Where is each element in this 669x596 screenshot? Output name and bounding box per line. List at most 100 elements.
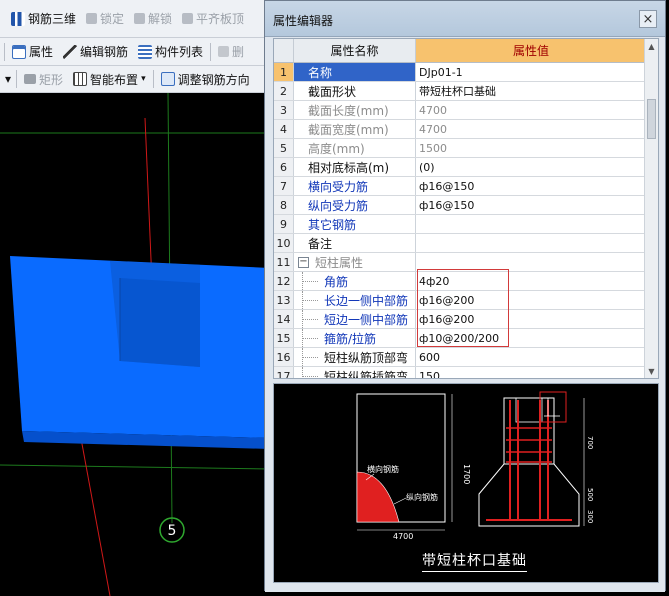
property-name: 高度(mm)	[294, 139, 416, 157]
property-value[interactable]: (0)	[416, 158, 646, 176]
rebar-hatch	[357, 472, 399, 522]
rebar-3d-button[interactable]: 钢筋三维	[6, 8, 81, 30]
property-editor-titlebar[interactable]: 属性编辑器 ×	[265, 1, 665, 37]
tree-connector	[294, 310, 324, 328]
tree-connector	[294, 367, 324, 378]
label-transverse-rebar: 横向钢筋	[367, 464, 399, 474]
properties-icon	[12, 44, 26, 59]
property-value[interactable]	[416, 215, 646, 233]
unlock-button[interactable]: 解锁	[129, 8, 177, 30]
property-row[interactable]: 4 截面宽度(mm) 4700	[274, 120, 646, 139]
property-name: 横向受力筋	[294, 177, 416, 195]
row-number: 8	[274, 196, 294, 214]
property-name: 角筋	[294, 272, 416, 290]
flat-top-button[interactable]: 平齐板顶	[177, 8, 249, 30]
delete-icon	[218, 46, 230, 57]
property-name: 长边一侧中部筋	[294, 291, 416, 309]
property-grid-header: 属性名称 属性值	[274, 39, 646, 63]
property-value[interactable]: 4700	[416, 120, 646, 138]
property-row[interactable]: 1 名称 DJp01-1	[274, 63, 646, 82]
property-name: 箍筋/拉筋	[294, 329, 416, 347]
property-name: 备注	[294, 234, 416, 252]
axis-line	[144, 117, 153, 284]
rect-label: 矩形	[39, 72, 64, 87]
component-list-button[interactable]: 构件列表	[133, 41, 208, 63]
toolbar-overflow-chevron-icon[interactable]: ▾	[2, 68, 14, 90]
property-value[interactable]: 带短柱杯口基础	[416, 82, 646, 100]
property-value[interactable]: 4ф20	[416, 272, 646, 290]
row-number: 1	[274, 63, 294, 81]
properties-button[interactable]: 属性	[7, 41, 58, 63]
property-row[interactable]: 14 短边一侧中部筋 ф16@200	[274, 310, 646, 329]
row-number: 10	[274, 234, 294, 252]
lock-icon	[86, 13, 98, 24]
toolbar-mid: 属性 编辑钢筋 构件列表 删	[0, 38, 270, 66]
property-name: 截面形状	[294, 82, 416, 100]
property-value[interactable]: ф10@200/200	[416, 329, 646, 347]
property-row[interactable]: 8 纵向受力筋 ф16@150	[274, 196, 646, 215]
property-value[interactable]: ф16@150	[416, 177, 646, 195]
vertical-scrollbar[interactable]: ▲ ▼	[644, 39, 658, 378]
scroll-up-arrow-icon[interactable]: ▲	[645, 39, 658, 53]
lock-button[interactable]: 锁定	[81, 8, 129, 30]
property-name-label: 短边一侧中部筋	[324, 312, 409, 327]
cup-outline	[515, 397, 543, 423]
group-label: 短柱属性	[315, 255, 364, 270]
property-value[interactable]: ф16@200	[416, 291, 646, 309]
property-value[interactable]: 600	[416, 348, 646, 366]
property-row[interactable]: 15 箍筋/拉筋 ф10@200/200	[274, 329, 646, 348]
row-number: 17	[274, 367, 294, 378]
row-number: 2	[274, 82, 294, 100]
lock-label: 锁定	[100, 12, 125, 26]
header-property-name: 属性名称	[294, 39, 416, 62]
edit-rebar-button[interactable]: 编辑钢筋	[58, 41, 133, 63]
dim-300-label: 300	[586, 510, 594, 523]
unlock-label: 解锁	[148, 12, 173, 26]
dim-width-label: 4700	[393, 532, 413, 541]
rect-button[interactable]: 矩形	[19, 68, 68, 90]
property-name: 短边一侧中部筋	[294, 310, 416, 328]
component-list-label: 构件列表	[155, 45, 204, 59]
property-row[interactable]: 9 其它钢筋	[274, 215, 646, 234]
property-value[interactable]: 4700	[416, 101, 646, 119]
tree-connector	[294, 291, 324, 309]
property-value[interactable]: DJp01-1	[416, 63, 646, 81]
property-value[interactable]	[416, 234, 646, 252]
property-row[interactable]: 2 截面形状 带短柱杯口基础	[274, 82, 646, 101]
property-value[interactable]: ф16@200	[416, 310, 646, 328]
tree-connector	[294, 348, 324, 366]
property-row[interactable]: 13 长边一侧中部筋 ф16@200	[274, 291, 646, 310]
header-property-value: 属性值	[416, 39, 646, 62]
property-name: 相对底标高(m)	[294, 158, 416, 176]
close-button[interactable]: ×	[639, 10, 657, 28]
smart-layout-button[interactable]: 智能布置 ▾	[68, 68, 151, 90]
property-rows: 1 名称 DJp01-1 2 截面形状 带短柱杯口基础 3 截面长度(mm) 4…	[274, 63, 646, 379]
rebar-3d-icon	[11, 11, 25, 26]
property-row[interactable]: 17 短柱纵筋插筋弯 150	[274, 367, 646, 379]
collapse-toggle-icon[interactable]: −	[298, 256, 309, 268]
property-row[interactable]: 3 截面长度(mm) 4700	[274, 101, 646, 120]
3d-viewport[interactable]: 5	[0, 93, 270, 596]
property-value[interactable]: 150	[416, 367, 646, 379]
scrollbar-thumb[interactable]	[647, 99, 656, 139]
property-row[interactable]: 7 横向受力筋 ф16@150	[274, 177, 646, 196]
property-value[interactable]: ф16@150	[416, 196, 646, 214]
property-editor-window: 属性编辑器 × 属性名称 属性值 1 名称 DJp01-1 2 截面形状 带短柱…	[264, 0, 666, 592]
property-row[interactable]: 16 短柱纵筋顶部弯 600	[274, 348, 646, 367]
property-group-row[interactable]: 11 − 短柱属性	[274, 253, 646, 272]
property-row[interactable]: 5 高度(mm) 1500	[274, 139, 646, 158]
row-number: 14	[274, 310, 294, 328]
scroll-down-arrow-icon[interactable]: ▼	[645, 364, 658, 378]
property-row[interactable]: 10 备注	[274, 234, 646, 253]
property-name-label: 长边一侧中部筋	[324, 293, 409, 308]
row-number: 12	[274, 272, 294, 290]
adjust-rebar-direction-button[interactable]: 调整钢筋方向	[156, 68, 255, 90]
property-name: 截面长度(mm)	[294, 101, 416, 119]
property-row[interactable]: 12 角筋 4ф20	[274, 272, 646, 291]
property-value[interactable]: 1500	[416, 139, 646, 157]
3d-scene: 5	[0, 93, 270, 596]
delete-button[interactable]: 删	[213, 41, 249, 63]
property-row[interactable]: 6 相对底标高(m) (0)	[274, 158, 646, 177]
property-group-name: − 短柱属性	[294, 253, 416, 271]
row-number: 15	[274, 329, 294, 347]
